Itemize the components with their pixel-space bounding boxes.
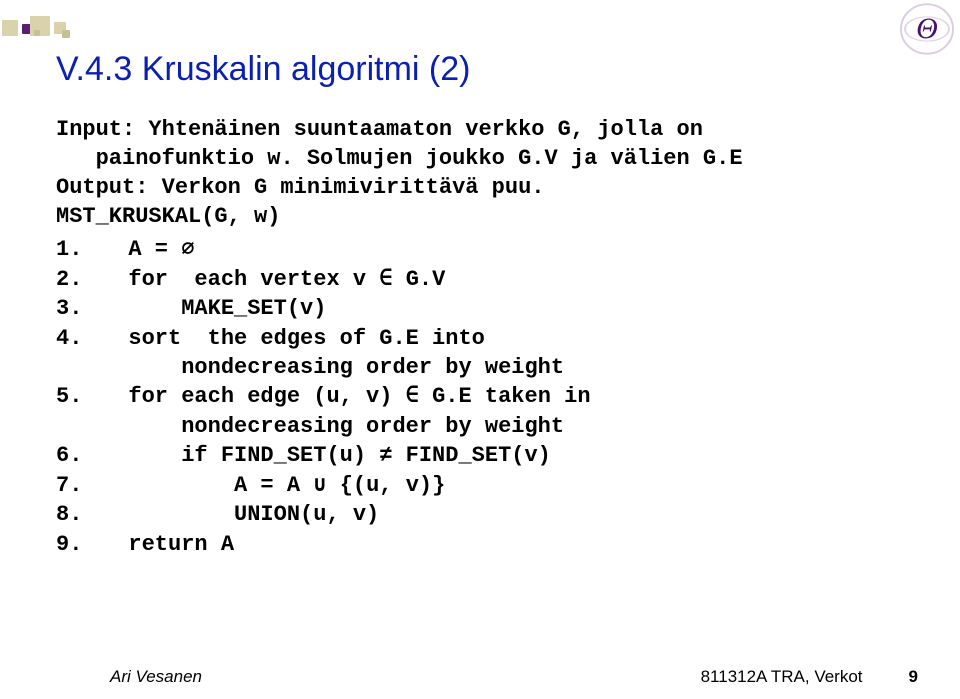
code-line-text: for each edge (u, v) ∈ G.E taken in nond… <box>102 382 910 441</box>
code-line: sort the edges of G.E into nondecreasing… <box>56 324 910 383</box>
theta-glyph: Θ <box>916 12 938 46</box>
slide-footer: Ari Vesanen 811312A TRA, Verkot 9 <box>0 667 960 687</box>
code-line: return A <box>56 530 910 559</box>
algorithm-code-block: A = ∅ for each vertex v ∈ G.V MAKE_SET(v… <box>56 235 910 559</box>
code-line: UNION(u, v) <box>56 500 910 529</box>
algorithm-header-block: Input: Yhtenäinen suuntaamaton verkko G,… <box>56 115 910 231</box>
decorative-squares <box>0 0 120 40</box>
code-line-text: MAKE_SET(v) <box>102 294 910 323</box>
code-line-text: if FIND_SET(u) ≠ FIND_SET(v) <box>102 441 910 470</box>
code-line: for each vertex v ∈ G.V <box>56 265 910 294</box>
code-line-text: return A <box>102 530 910 559</box>
code-line-text: A = ∅ <box>102 235 910 264</box>
code-line-text: for each vertex v ∈ G.V <box>102 265 910 294</box>
slide-title: V.4.3 Kruskalin algoritmi (2) <box>56 50 910 89</box>
footer-course: 811312A TRA, Verkot <box>701 667 863 687</box>
code-line: A = A ∪ {(u, v)} <box>56 471 910 500</box>
algorithm-code-list: A = ∅ for each vertex v ∈ G.V MAKE_SET(v… <box>56 235 910 559</box>
slide-content: V.4.3 Kruskalin algoritmi (2) Input: Yht… <box>56 50 910 559</box>
code-line: if FIND_SET(u) ≠ FIND_SET(v) <box>56 441 910 470</box>
code-line-text: sort the edges of G.E into nondecreasing… <box>102 324 910 383</box>
theta-logo-icon: Θ <box>904 6 950 52</box>
footer-author: Ari Vesanen <box>110 667 202 687</box>
code-line: MAKE_SET(v) <box>56 294 910 323</box>
code-line-text: UNION(u, v) <box>102 500 910 529</box>
code-line-text: A = A ∪ {(u, v)} <box>102 471 910 500</box>
code-line: A = ∅ <box>56 235 910 264</box>
code-line: for each edge (u, v) ∈ G.E taken in nond… <box>56 382 910 441</box>
footer-page-number: 9 <box>909 667 918 687</box>
